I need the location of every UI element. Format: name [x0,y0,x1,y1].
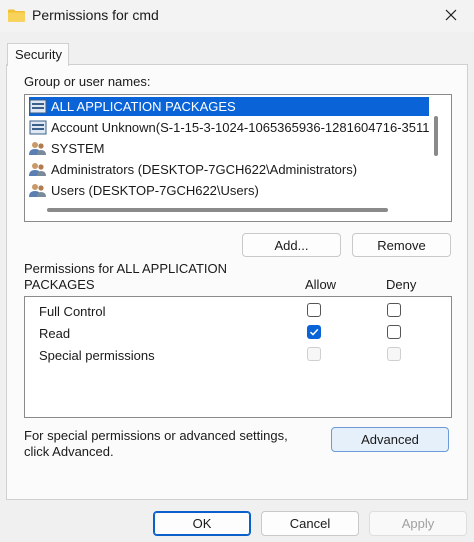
window-title: Permissions for cmd [32,7,159,23]
allow-column-header: Allow [305,277,337,292]
tab-security[interactable]: Security [7,43,69,66]
group-user-list[interactable]: ALL APPLICATION PACKAGES Account Unknown… [24,94,452,222]
close-icon [445,9,457,21]
list-item[interactable]: SYSTEM [29,139,429,158]
list-item[interactable]: Administrators (DESKTOP-7GCH622\Administ… [29,160,429,179]
advanced-button[interactable]: Advanced [331,427,449,452]
advanced-note-line1: For special permissions or advanced sett… [24,428,288,443]
permission-label-read: Read [39,326,71,341]
users-icon [29,142,46,155]
advanced-note-line2: click Advanced. [24,444,114,459]
special-deny-checkbox [387,347,401,361]
folder-icon [8,9,25,22]
tab-security-label: Security [15,47,62,62]
horizontal-scrollbar[interactable] [47,208,388,212]
apply-button: Apply [369,511,467,536]
package-icon [29,99,47,114]
remove-button[interactable]: Remove [352,233,451,257]
vertical-scrollbar[interactable] [434,116,438,156]
users-icon [29,163,46,176]
groups-label: Group or user names: [24,74,151,89]
permission-label-full-control: Full Control [39,304,106,319]
list-item[interactable]: Account Unknown(S-1-15-3-1024-1065365936… [29,118,429,137]
cancel-button[interactable]: Cancel [261,511,359,536]
full-control-allow-checkbox[interactable] [307,303,321,317]
close-button[interactable] [436,2,466,28]
list-item[interactable]: Users (DESKTOP-7GCH622\Users) [29,181,429,200]
ok-button[interactable]: OK [153,511,251,536]
package-icon [29,120,47,135]
full-control-deny-checkbox[interactable] [387,303,401,317]
permissions-header-line2: PACKAGES [24,277,95,292]
add-button[interactable]: Add... [242,233,341,257]
check-icon [309,328,319,336]
read-deny-checkbox[interactable] [387,325,401,339]
special-allow-checkbox [307,347,321,361]
list-item[interactable]: ALL APPLICATION PACKAGES [29,97,429,116]
deny-column-header: Deny [386,277,417,292]
permission-label-special: Special permissions [39,348,155,363]
users-icon [29,184,46,197]
permissions-header-line1: Permissions for ALL APPLICATION [24,261,228,276]
title-bar: Permissions for cmd [0,0,474,32]
read-allow-checkbox[interactable] [307,325,321,339]
